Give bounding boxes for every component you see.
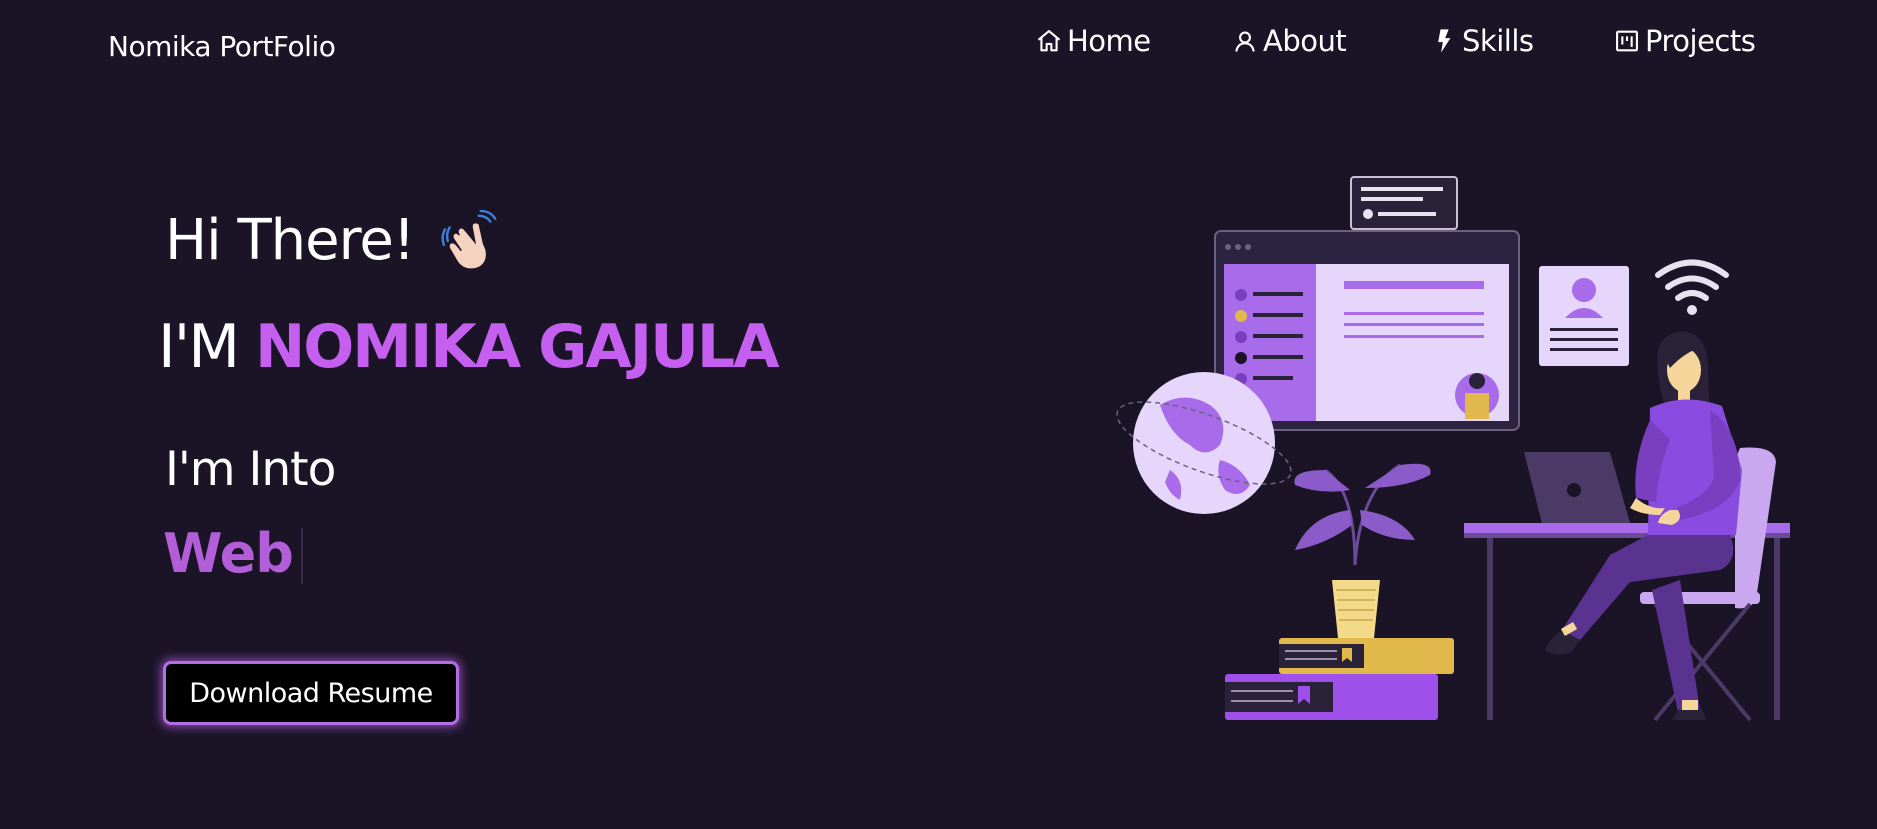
plant-illustration — [1294, 463, 1431, 638]
bolt-icon — [1438, 29, 1451, 53]
nav-item-label: Home — [1067, 24, 1151, 58]
kanban-icon — [1616, 30, 1638, 52]
typewriter-text: Web — [163, 522, 294, 585]
hero-greeting: Hi There! — [165, 208, 502, 273]
page: Nomika PortFolio Home About Skills Proje… — [0, 0, 1877, 829]
name-prefix: I'M — [158, 312, 240, 382]
user-icon — [1235, 31, 1255, 52]
name-text: NOMIKA GAJULA — [255, 312, 779, 382]
greeting-text: Hi There! — [165, 208, 415, 273]
nav-item-skills[interactable]: Skills — [1430, 24, 1534, 58]
home-icon — [1037, 30, 1061, 52]
nav-item-label: Skills — [1462, 24, 1534, 58]
wifi-icon — [1655, 259, 1729, 315]
hero-name: I'M NOMIKA GAJULA — [158, 312, 780, 382]
nav-item-label: About — [1263, 24, 1347, 58]
profile-card-illustration — [1539, 266, 1629, 366]
nav-item-label: Projects — [1645, 24, 1756, 58]
hero-illustration — [1116, 176, 1790, 722]
books-illustration — [1225, 638, 1454, 720]
download-resume-button[interactable]: Download Resume — [163, 661, 459, 725]
nav-item-home[interactable]: Home — [1035, 24, 1151, 58]
into-label: I'm Into — [165, 442, 336, 497]
nav-item-projects[interactable]: Projects — [1613, 24, 1756, 58]
typewriter-cursor — [301, 528, 303, 584]
floating-card-illustration — [1350, 176, 1458, 230]
laptop-illustration — [1524, 452, 1630, 523]
nav-item-about[interactable]: About — [1231, 24, 1347, 58]
brand-logo[interactable]: Nomika PortFolio — [108, 30, 336, 63]
waving-hand-icon — [441, 209, 497, 270]
